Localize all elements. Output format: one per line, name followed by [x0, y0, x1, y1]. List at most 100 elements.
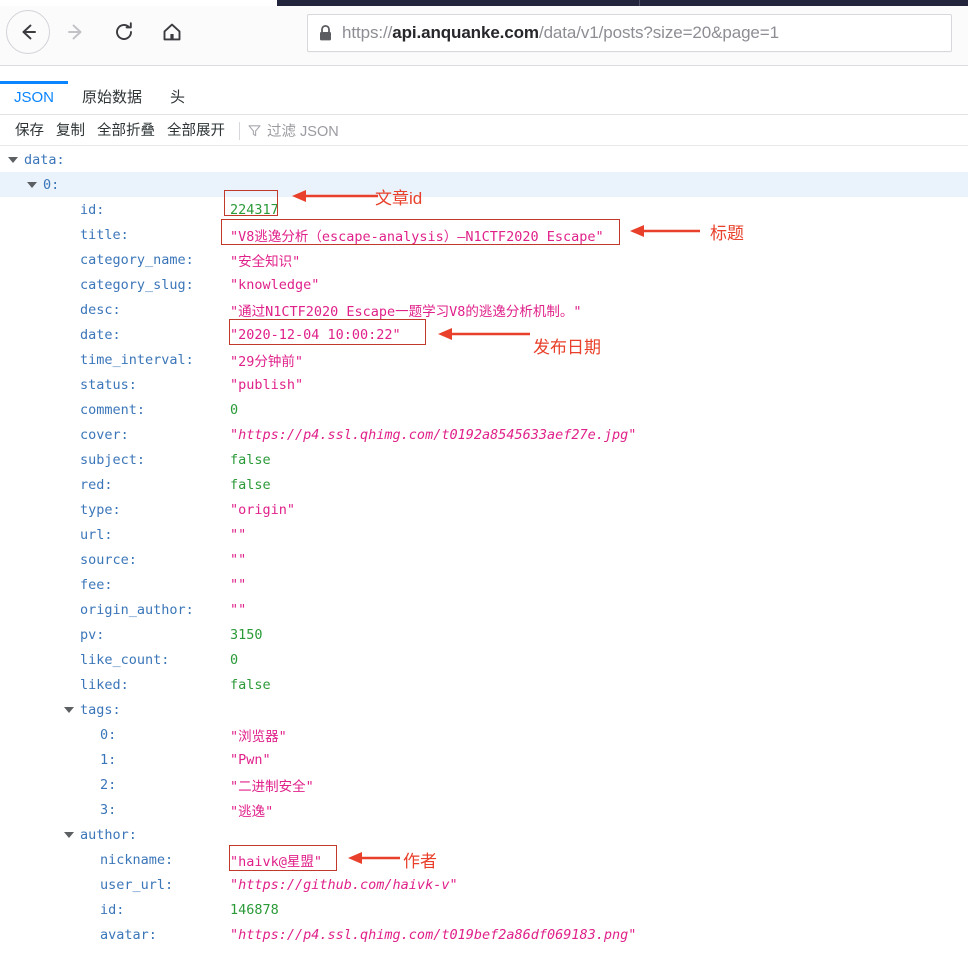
- json-row[interactable]: nickname: "haivk@星盟": [0, 847, 968, 872]
- json-key-cell: 0:: [0, 727, 968, 743]
- json-value: 224317: [230, 201, 279, 218]
- reload-button[interactable]: [102, 10, 146, 54]
- json-row[interactable]: comment:0: [0, 397, 968, 422]
- json-row[interactable]: 2: "二进制安全": [0, 772, 968, 797]
- json-key-cell: author:: [0, 827, 968, 843]
- json-value: false: [230, 476, 271, 493]
- expand-all-button[interactable]: 全部展开: [161, 120, 231, 142]
- json-key: subject: [80, 451, 137, 468]
- json-row[interactable]: origin_author: "": [0, 597, 968, 622]
- json-row[interactable]: cover: "https://p4.ssl.qhimg.com/t0192a85…: [0, 422, 968, 447]
- json-colon: :: [120, 426, 129, 443]
- chevron-down-icon[interactable]: [8, 154, 19, 165]
- json-key: date: [80, 326, 113, 343]
- tab-headers[interactable]: 头: [156, 84, 199, 114]
- json-row[interactable]: like_count:0: [0, 647, 968, 672]
- json-value-cell: 146878: [230, 897, 279, 922]
- json-row[interactable]: id:224317: [0, 197, 968, 222]
- url-host: api.anquanke.com: [392, 23, 539, 42]
- forward-button[interactable]: [54, 10, 98, 54]
- json-row[interactable]: red: false: [0, 472, 968, 497]
- json-key-cell: url:: [0, 527, 968, 543]
- json-key: 2: [100, 776, 109, 793]
- json-value: 3150: [230, 626, 263, 643]
- json-row[interactable]: category_slug: "knowledge": [0, 272, 968, 297]
- chevron-down-icon[interactable]: [64, 704, 75, 715]
- chevron-down-icon[interactable]: [27, 179, 38, 190]
- json-value: "": [230, 576, 247, 593]
- json-colon: :: [96, 201, 105, 218]
- copy-button[interactable]: 复制: [50, 120, 91, 142]
- json-row[interactable]: date: "2020-12-04 10:00:22": [0, 322, 968, 347]
- json-row[interactable]: source: "": [0, 547, 968, 572]
- json-row[interactable]: 0: "浏览器": [0, 722, 968, 747]
- json-row[interactable]: time_interval: "29分钟前": [0, 347, 968, 372]
- json-value-cell: "https://p4.ssl.qhimg.com/t0192a8545633a…: [230, 422, 636, 447]
- lock-icon: [318, 24, 333, 42]
- json-row[interactable]: avatar: "https://p4.ssl.qhimg.com/t019bef…: [0, 922, 968, 947]
- home-button[interactable]: [150, 10, 194, 54]
- json-key-cell: subject:: [0, 452, 968, 468]
- json-value-cell: "Pwn": [230, 747, 271, 772]
- json-colon: :: [108, 801, 117, 818]
- json-colon: :: [108, 726, 117, 743]
- url-text: https://api.anquanke.com/data/v1/posts?s…: [342, 23, 779, 42]
- json-row[interactable]: url: "": [0, 522, 968, 547]
- json-key-cell: status:: [0, 377, 968, 393]
- collapse-all-button[interactable]: 全部折叠: [91, 120, 161, 142]
- json-value: 0: [230, 401, 239, 418]
- json-row[interactable]: pv:3150: [0, 622, 968, 647]
- json-key: 1: [100, 751, 109, 768]
- json-viewer-tabs: JSON 原始数据 头: [0, 81, 968, 115]
- json-value: "浏览器": [230, 728, 287, 745]
- json-key-cell: fee:: [0, 577, 968, 593]
- back-button[interactable]: [6, 10, 50, 54]
- json-row[interactable]: category_name: "安全知识": [0, 247, 968, 272]
- json-key-cell: 3:: [0, 802, 968, 818]
- json-value: "Pwn": [230, 751, 271, 768]
- save-button[interactable]: 保存: [9, 120, 50, 142]
- json-value-cell: "origin": [230, 497, 295, 522]
- json-colon: :: [185, 251, 194, 268]
- json-key: 0: [43, 176, 52, 193]
- nav-button-group: [6, 10, 194, 54]
- json-row[interactable]: user_url: "https://github.com/haivk-v": [0, 872, 968, 897]
- json-key-cell: like_count:: [0, 652, 968, 668]
- json-value-cell: "安全知识": [230, 247, 300, 272]
- json-row[interactable]: data:: [0, 147, 968, 172]
- json-key-cell: user_url:: [0, 877, 968, 893]
- json-row[interactable]: 1: "Pwn": [0, 747, 968, 772]
- json-row[interactable]: 0:: [0, 172, 968, 197]
- json-row[interactable]: title: "V8逃逸分析（escape-analysis）—N1CTF2020…: [0, 222, 968, 247]
- json-row[interactable]: liked: false: [0, 672, 968, 697]
- chevron-down-icon[interactable]: [64, 829, 75, 840]
- filter-json-input[interactable]: 过滤 JSON: [248, 120, 339, 141]
- json-key: category_name: [80, 251, 186, 268]
- json-row[interactable]: fee: "": [0, 572, 968, 597]
- json-row[interactable]: 3: "逃逸": [0, 797, 968, 822]
- json-key-cell: date:: [0, 327, 968, 343]
- json-row[interactable]: status: "publish": [0, 372, 968, 397]
- json-key-cell: type:: [0, 502, 968, 518]
- json-row[interactable]: tags:: [0, 697, 968, 722]
- url-bar[interactable]: https://api.anquanke.com/data/v1/posts?s…: [307, 14, 952, 52]
- tab-json[interactable]: JSON: [0, 81, 69, 114]
- json-key-cell: id:: [0, 202, 968, 218]
- json-key: comment: [80, 401, 137, 418]
- json-row[interactable]: author:: [0, 822, 968, 847]
- json-key-cell: red:: [0, 477, 968, 493]
- json-value: "29分钟前": [230, 353, 304, 370]
- tab-raw-data[interactable]: 原始数据: [68, 84, 156, 114]
- json-colon: :: [116, 901, 125, 918]
- json-row[interactable]: type: "origin": [0, 497, 968, 522]
- json-row[interactable]: desc: "通过N1CTF2020 Escape一题学习V8的逃逸分析机制。": [0, 297, 968, 322]
- json-row[interactable]: subject: false: [0, 447, 968, 472]
- json-key: liked: [80, 676, 121, 693]
- json-value-cell: false: [230, 472, 271, 497]
- json-tree[interactable]: data:0: id:224317 title: "V8逃逸分析（escape-ana…: [0, 147, 968, 953]
- json-value: "publish": [230, 376, 304, 393]
- json-colon: :: [120, 676, 129, 693]
- json-key-cell: time_interval:: [0, 352, 968, 368]
- json-key: id: [80, 201, 97, 218]
- json-row[interactable]: id:146878: [0, 897, 968, 922]
